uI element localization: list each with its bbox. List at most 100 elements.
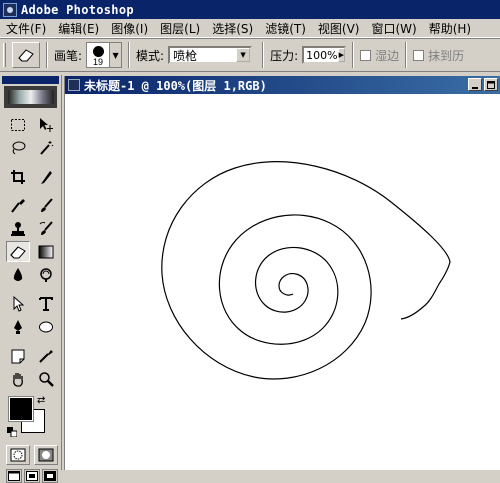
- brush-tip-icon: [93, 46, 105, 57]
- tool-preset-picker[interactable]: [12, 42, 40, 68]
- options-separator: [262, 42, 265, 68]
- mode-label: 模式:: [136, 48, 165, 63]
- gradient-tool[interactable]: [34, 241, 58, 262]
- wet-edges-label: 湿边: [375, 48, 400, 63]
- full-screen-button[interactable]: [42, 469, 58, 483]
- menu-select[interactable]: 选择(S): [206, 20, 259, 37]
- menu-view[interactable]: 视图(V): [312, 20, 366, 37]
- type-tool[interactable]: [34, 293, 58, 314]
- eraser-icon: [18, 49, 34, 62]
- pen-icon: [14, 319, 22, 334]
- blur-tool[interactable]: [6, 264, 30, 285]
- tool-grid: [6, 114, 61, 389]
- foreground-color-swatch[interactable]: [8, 396, 34, 422]
- full-screen-icon: [44, 471, 56, 481]
- options-separator: [405, 42, 408, 68]
- toolbox-title-bar[interactable]: [2, 76, 59, 84]
- document-window: 未标题-1 @ 100%(图层 1,RGB): [64, 76, 500, 470]
- lasso-tool[interactable]: [6, 137, 30, 158]
- zoom-tool[interactable]: [34, 368, 58, 389]
- hand-tool[interactable]: [6, 368, 30, 389]
- eyedropper-tool[interactable]: [34, 345, 58, 366]
- crop-icon: [11, 169, 25, 184]
- brush-label: 画笔:: [54, 48, 83, 63]
- photoshop-app-icon[interactable]: [3, 2, 17, 17]
- full-screen-menu-icon: [26, 471, 38, 481]
- brush-tool[interactable]: [34, 195, 58, 216]
- menu-file[interactable]: 文件(F): [0, 20, 52, 37]
- brush-dropdown-button[interactable]: ▼: [110, 42, 123, 68]
- maximize-button[interactable]: [484, 78, 498, 91]
- full-screen-menu-button[interactable]: [24, 469, 40, 483]
- marquee-tool[interactable]: [6, 114, 30, 135]
- standard-screen-button[interactable]: [6, 469, 22, 483]
- eraser-icon: [10, 245, 26, 258]
- brush-preset-swatch[interactable]: 19: [86, 42, 111, 68]
- erase-to-history-checkbox[interactable]: [413, 49, 425, 61]
- marquee-icon: [11, 118, 25, 131]
- tool-separator: [6, 339, 58, 343]
- spiral-path: [161, 161, 451, 380]
- menu-edit[interactable]: 编辑(E): [52, 20, 105, 37]
- menu-window[interactable]: 窗口(W): [365, 20, 422, 37]
- ellipse-tool[interactable]: [34, 316, 58, 337]
- mask-mode-row: [6, 445, 61, 465]
- options-bar: 画笔: 19 ▼ 模式: 喷枪 ▼ 压力: 100% ▶ 湿边 抹到历: [0, 38, 500, 72]
- slice-tool[interactable]: [34, 166, 58, 187]
- erase-to-history-label: 抹到历: [428, 48, 465, 63]
- brush-icon: [41, 197, 53, 212]
- healing-brush-tool[interactable]: [6, 195, 30, 216]
- pressure-value: 100%: [306, 48, 338, 62]
- brush-size-value: 19: [93, 57, 104, 67]
- options-separator: [46, 42, 48, 68]
- notes-tool[interactable]: [6, 345, 30, 366]
- crop-tool[interactable]: [6, 166, 30, 187]
- quick-mask-mode-button[interactable]: [34, 445, 58, 465]
- standard-screen-icon: [8, 471, 20, 481]
- pressure-label: 压力:: [270, 48, 299, 63]
- history-brush-tool[interactable]: [34, 218, 58, 239]
- magic-wand-tool[interactable]: [34, 137, 58, 158]
- document-icon[interactable]: [68, 79, 80, 91]
- chevron-down-icon: ▼: [236, 48, 251, 62]
- app-title-bar: Adobe Photoshop: [0, 0, 500, 19]
- wet-edges-checkbox[interactable]: [360, 49, 372, 61]
- pen-tool[interactable]: [6, 316, 30, 337]
- menu-help[interactable]: 帮助(H): [423, 20, 477, 37]
- type-icon: [39, 296, 53, 311]
- document-canvas[interactable]: [65, 94, 500, 470]
- mode-select-value: 喷枪: [173, 48, 198, 63]
- magic-wand-icon: [40, 140, 54, 155]
- maximize-icon: [487, 80, 495, 89]
- toolbox: ⇄: [0, 75, 62, 483]
- slice-icon: [41, 170, 52, 184]
- document-title-bar[interactable]: 未标题-1 @ 100%(图层 1,RGB): [65, 76, 500, 94]
- minimize-button[interactable]: [468, 78, 482, 91]
- dodge-icon: [40, 267, 52, 282]
- lasso-icon: [12, 141, 26, 154]
- menu-filter[interactable]: 滤镜(T): [259, 20, 312, 37]
- path-selection-icon: [13, 295, 25, 312]
- path-selection-tool[interactable]: [6, 293, 30, 314]
- default-colors-icon[interactable]: [7, 427, 17, 437]
- toolbox-logo[interactable]: [4, 86, 57, 108]
- standard-mode-button[interactable]: [6, 445, 30, 465]
- pressure-field[interactable]: 100% ▶: [302, 46, 347, 64]
- options-bar-grip[interactable]: [3, 43, 6, 67]
- healing-brush-icon: [11, 198, 25, 213]
- dodge-tool[interactable]: [34, 264, 58, 285]
- minimize-icon: [472, 86, 478, 89]
- menu-layer[interactable]: 图层(L): [154, 20, 206, 37]
- menu-bar: 文件(F) 编辑(E) 图像(I) 图层(L) 选择(S) 滤镜(T) 视图(V…: [0, 19, 500, 38]
- eraser-tool[interactable]: [6, 241, 30, 262]
- document-title: 未标题-1 @ 100%(图层 1,RGB): [84, 78, 267, 93]
- color-swatches: ⇄: [7, 395, 55, 439]
- quick-mask-icon: [38, 448, 54, 462]
- history-brush-icon: [39, 220, 53, 235]
- menu-image[interactable]: 图像(I): [105, 20, 154, 37]
- move-tool[interactable]: [34, 114, 58, 135]
- swap-colors-icon[interactable]: ⇄: [37, 395, 45, 406]
- ellipse-icon: [39, 321, 53, 332]
- mode-select[interactable]: 喷枪 ▼: [168, 46, 253, 64]
- clone-stamp-tool[interactable]: [6, 218, 30, 239]
